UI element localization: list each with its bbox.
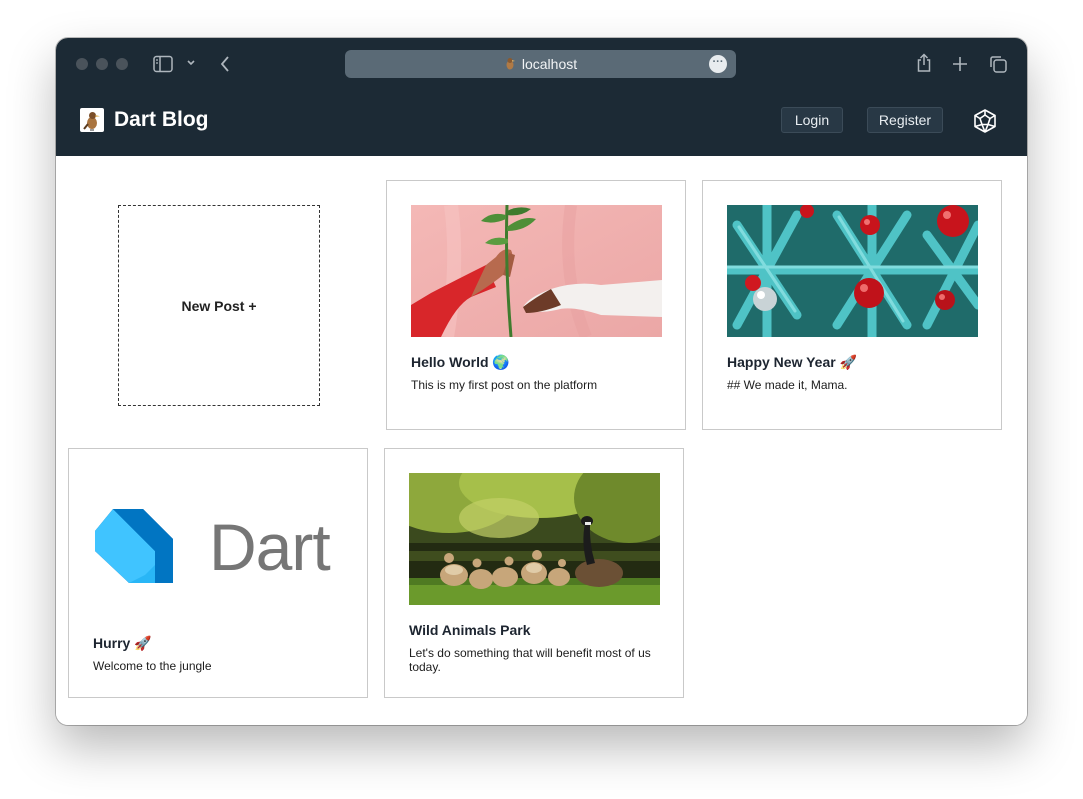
post-description: This is my first post on the platform <box>411 378 598 392</box>
post-card-happy-new-year[interactable]: Happy New Year 🚀 ## We made it, Mama. <box>702 180 1002 430</box>
post-card-hurry[interactable]: Dart Hurry 🚀 Welcome to the jungle <box>68 448 368 698</box>
browser-toolbar: localhost ··· <box>56 38 1027 90</box>
polyhedron-icon[interactable] <box>972 108 998 134</box>
post-description: ## We made it, Mama. <box>727 378 848 392</box>
site-favicon <box>504 57 516 71</box>
dart-wordmark: Dart <box>209 510 331 584</box>
post-description: Let's do something that will benefit mos… <box>409 646 651 674</box>
post-card-wild-animals-park[interactable]: Wild Animals Park Let's do something tha… <box>384 448 684 698</box>
address-bar[interactable]: localhost ··· <box>345 50 736 78</box>
post-title: Hurry 🚀 <box>93 635 152 651</box>
share-icon[interactable] <box>914 52 934 74</box>
new-post-label: New Post + <box>181 297 257 314</box>
site-navbar: Dart Blog Login Register <box>56 90 1027 156</box>
ellipsis-icon[interactable]: ··· <box>709 55 727 73</box>
post-image-christmas-ornaments <box>727 205 978 337</box>
chevron-down-icon[interactable] <box>185 56 197 70</box>
close-window-button[interactable] <box>76 58 88 70</box>
post-title: Happy New Year 🚀 <box>727 354 858 370</box>
post-image-hands-holding-plant <box>411 205 662 337</box>
zoom-window-button[interactable] <box>116 58 128 70</box>
post-image-dart-logo: Dart <box>93 505 345 589</box>
globe-emoji-icon: 🌍 <box>492 354 510 370</box>
browser-window: localhost ··· Dart Blog Login Register N… <box>56 38 1027 725</box>
back-arrow-icon[interactable] <box>217 54 233 74</box>
sidebar-toggle-icon[interactable] <box>153 54 173 74</box>
rocket-emoji-icon: 🚀 <box>839 354 858 370</box>
new-tab-icon[interactable] <box>950 54 970 74</box>
post-title: Hello World 🌍 <box>411 354 510 370</box>
new-post-button[interactable]: New Post + <box>118 205 320 406</box>
post-card-hello-world[interactable]: Hello World 🌍 This is my first post on t… <box>386 180 686 430</box>
url-text: localhost <box>521 56 578 72</box>
brand-title[interactable]: Dart Blog <box>114 108 209 132</box>
rocket-emoji-icon: 🚀 <box>134 635 152 651</box>
post-description: Welcome to the jungle <box>93 659 212 673</box>
tab-overview-icon[interactable] <box>987 53 1009 75</box>
login-button[interactable]: Login <box>781 107 843 133</box>
register-button[interactable]: Register <box>867 107 943 133</box>
brand-logo[interactable] <box>80 108 104 132</box>
post-image-geese-by-pond <box>409 473 660 605</box>
post-title: Wild Animals Park <box>409 622 531 638</box>
minimize-window-button[interactable] <box>96 58 108 70</box>
post-grid: New Post + Hello World 🌍 This is my firs… <box>56 156 1027 725</box>
